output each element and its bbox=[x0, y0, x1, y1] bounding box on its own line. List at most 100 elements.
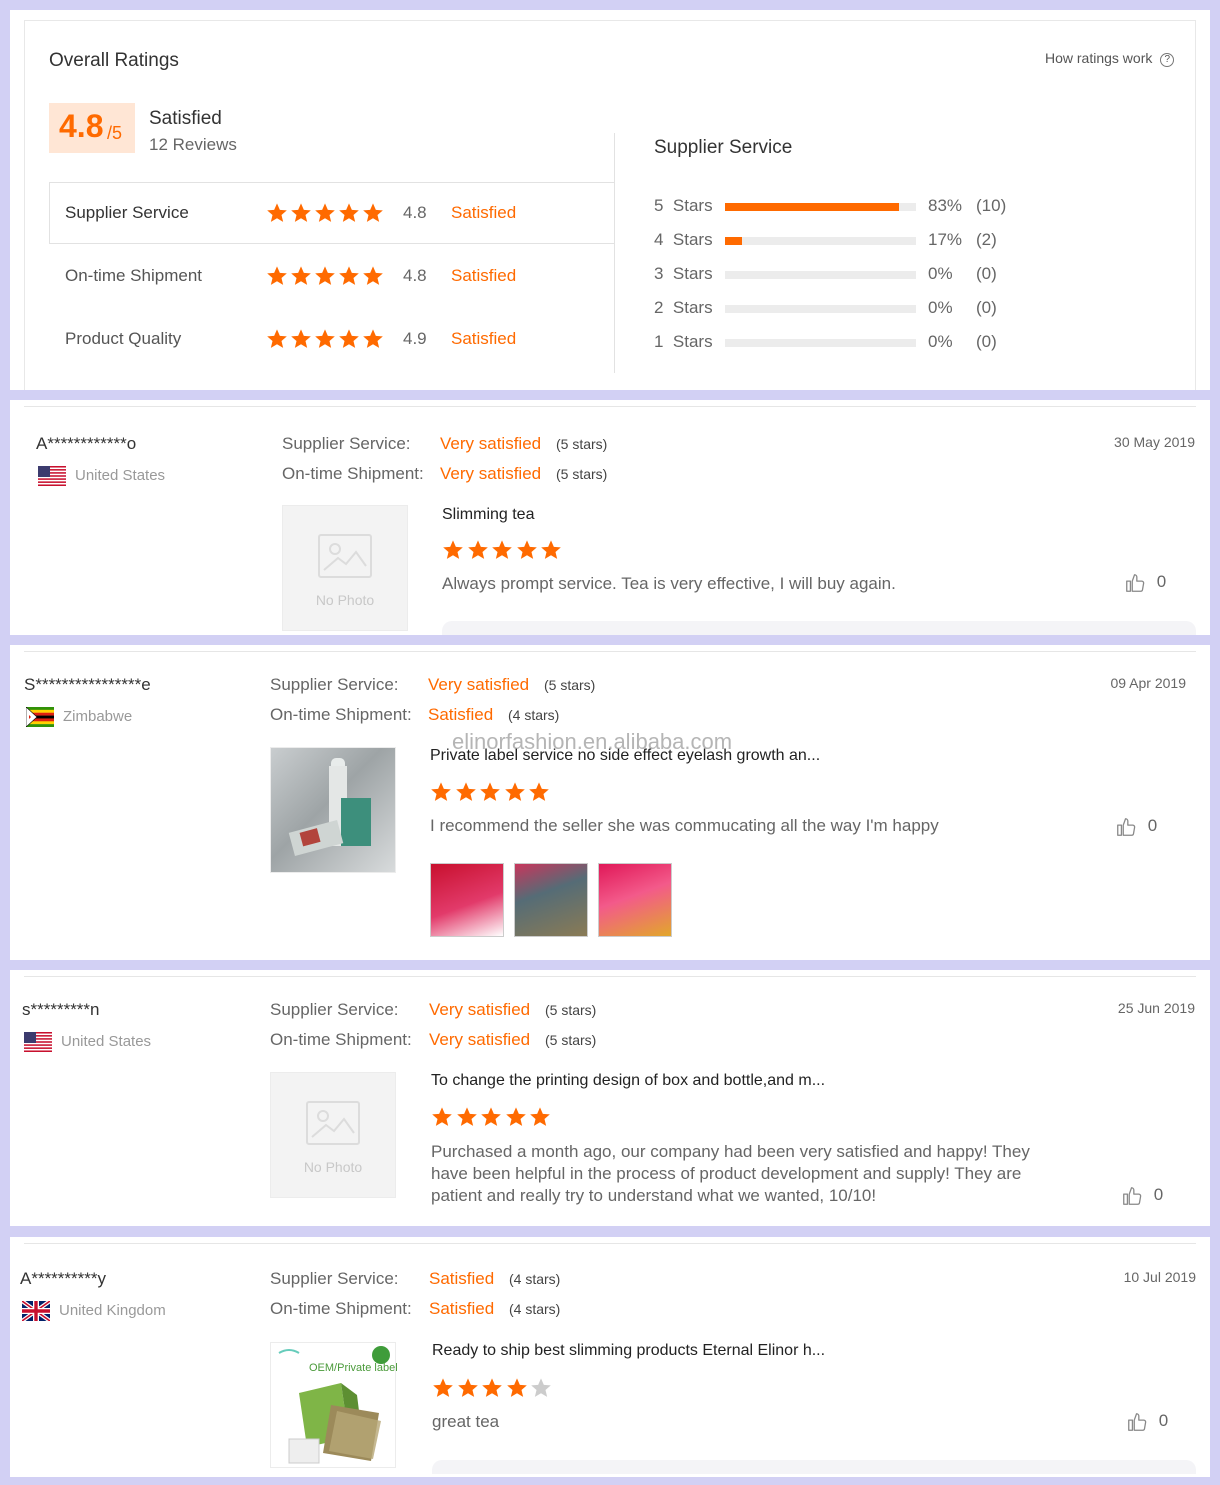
supplier-service-label: Supplier Service: bbox=[270, 1269, 399, 1288]
like-count: 0 bbox=[1156, 572, 1167, 592]
no-photo-label: No Photo bbox=[315, 592, 375, 608]
reviewer-country: United States bbox=[61, 1033, 152, 1050]
reviewer-name: S****************e bbox=[24, 675, 151, 694]
star-icon bbox=[491, 539, 513, 561]
overall-score-badge: 4.8 /5 bbox=[49, 103, 135, 153]
star-icon bbox=[455, 781, 477, 803]
star-icon bbox=[457, 1377, 479, 1399]
breakdown-title: Supplier Service bbox=[654, 137, 793, 158]
breakdown-label: 5 Stars bbox=[654, 196, 713, 215]
product-photo[interactable]: No Photo bbox=[270, 1072, 396, 1198]
category-label: Satisfied bbox=[451, 329, 517, 348]
ontime-shipment-label: On-time Shipment: bbox=[270, 1299, 412, 1318]
thumbs-up-icon bbox=[1115, 816, 1137, 836]
product-photo[interactable]: No Photo bbox=[282, 505, 408, 631]
breakdown-label: 3 Stars bbox=[654, 264, 713, 283]
product-title[interactable]: To change the printing design of box and… bbox=[431, 1072, 825, 1090]
star-icon bbox=[505, 1106, 527, 1128]
card-divider bbox=[24, 1243, 1196, 1244]
supplier-service-rating: Very satisfied bbox=[440, 434, 542, 453]
star-icon bbox=[266, 265, 288, 287]
eyelash-serum-image bbox=[288, 758, 371, 857]
supplier-service-rating: Very satisfied bbox=[428, 675, 530, 694]
overall-score-suffix: /5 bbox=[107, 123, 123, 143]
ontime-shipment-rating: Very satisfied bbox=[429, 1030, 531, 1049]
review-card: S****************e Zimbabwe Supplier Servi… bbox=[10, 645, 1210, 960]
star-icon bbox=[314, 265, 336, 287]
star-icon bbox=[362, 265, 384, 287]
like-button[interactable]: 0 bbox=[1126, 1411, 1168, 1433]
image-placeholder-icon bbox=[318, 534, 372, 578]
breakdown-bar-fill bbox=[725, 237, 743, 245]
supplier-service-label: Supplier Service: bbox=[270, 1000, 399, 1019]
product-photo[interactable]: OEM/Private label bbox=[270, 1342, 398, 1468]
breakdown-bar bbox=[725, 237, 916, 245]
country-flag-icon bbox=[38, 466, 66, 486]
review-text: great tea bbox=[432, 1412, 500, 1431]
breakdown-percent: 83% bbox=[928, 196, 963, 215]
reviewer-country: United Kingdom bbox=[59, 1302, 166, 1319]
card-divider bbox=[24, 976, 1196, 977]
star-icon bbox=[314, 328, 336, 350]
like-button[interactable]: 0 bbox=[1124, 572, 1166, 594]
star-icon bbox=[338, 265, 360, 287]
supplier-service-stars: (5 stars) bbox=[544, 677, 596, 693]
category-name: Product Quality bbox=[65, 329, 182, 348]
review-image-thumbnail[interactable] bbox=[430, 863, 504, 937]
ontime-shipment-stars: (4 stars) bbox=[509, 1301, 561, 1317]
review-date: 25 Jun 2019 bbox=[1117, 1000, 1195, 1016]
star-icon bbox=[266, 202, 288, 224]
review-text-line: patient and really try to understand wha… bbox=[431, 1186, 877, 1205]
review-date: 10 Jul 2019 bbox=[1123, 1269, 1196, 1285]
help-icon: ? bbox=[1160, 53, 1175, 67]
breakdown-label: 2 Stars bbox=[654, 298, 713, 317]
review-image-thumbnail[interactable] bbox=[598, 863, 672, 937]
review-text: Always prompt service. Tea is very effec… bbox=[442, 574, 896, 593]
category-label: Satisfied bbox=[451, 266, 517, 285]
star-icon bbox=[362, 202, 384, 224]
breakdown-label: 4 Stars bbox=[654, 230, 713, 249]
overall-label: Satisfied bbox=[149, 108, 222, 129]
star-icon bbox=[290, 202, 312, 224]
star-icon bbox=[442, 539, 464, 561]
overall-title: Overall Ratings bbox=[49, 50, 179, 71]
like-count: 0 bbox=[1147, 816, 1158, 836]
category-score: 4.8 bbox=[403, 266, 427, 285]
breakdown-percent: 17% bbox=[928, 230, 963, 249]
review-count: 12 Reviews bbox=[149, 135, 237, 154]
star-icon bbox=[516, 539, 538, 561]
product-image-caption: OEM/Private label bbox=[309, 1362, 398, 1374]
ontime-shipment-stars: (4 stars) bbox=[508, 707, 560, 723]
ontime-shipment-rating: Satisfied bbox=[428, 705, 494, 724]
card-divider bbox=[24, 406, 1196, 407]
country-flag-icon bbox=[24, 1032, 52, 1052]
breakdown-percent: 0% bbox=[928, 264, 953, 283]
star-icon bbox=[529, 1106, 551, 1128]
breakdown-label: 1 Stars bbox=[654, 332, 713, 351]
watermark-text: elinorfashion.en.alibaba.com bbox=[452, 729, 733, 754]
breakdown-count: (10) bbox=[976, 196, 1007, 215]
review-card: A**********y United Kingdom Supplier Servi… bbox=[10, 1237, 1210, 1477]
supplier-service-rating: Very satisfied bbox=[429, 1000, 531, 1019]
breakdown-bar bbox=[725, 203, 916, 211]
product-title[interactable]: Slimming tea bbox=[442, 506, 534, 524]
card-divider bbox=[24, 651, 1196, 652]
ontime-shipment-rating: Satisfied bbox=[429, 1299, 495, 1318]
reviewer-name: A**********y bbox=[20, 1269, 106, 1288]
breakdown-count: (0) bbox=[976, 332, 997, 351]
breakdown-bar bbox=[725, 305, 916, 313]
product-title[interactable]: Ready to ship best slimming products Ete… bbox=[432, 1342, 825, 1360]
star-icon bbox=[530, 1377, 552, 1399]
star-icon bbox=[314, 202, 336, 224]
breakdown-percent: 0% bbox=[928, 332, 953, 351]
ontime-shipment-label: On-time Shipment: bbox=[270, 705, 412, 724]
product-photo[interactable] bbox=[270, 747, 396, 873]
how-ratings-link[interactable]: How ratings work ? bbox=[1045, 50, 1175, 67]
star-icon bbox=[481, 1377, 503, 1399]
overall-ratings-panel: Overall Ratings How ratings work ? 4.8 /… bbox=[10, 10, 1210, 390]
like-button[interactable]: 0 bbox=[1115, 816, 1157, 838]
ontime-shipment-rating: Very satisfied bbox=[440, 464, 542, 483]
review-image-thumbnail[interactable] bbox=[514, 863, 588, 937]
thumbs-up-icon bbox=[1124, 572, 1146, 592]
like-button[interactable]: 0 bbox=[1121, 1185, 1163, 1207]
